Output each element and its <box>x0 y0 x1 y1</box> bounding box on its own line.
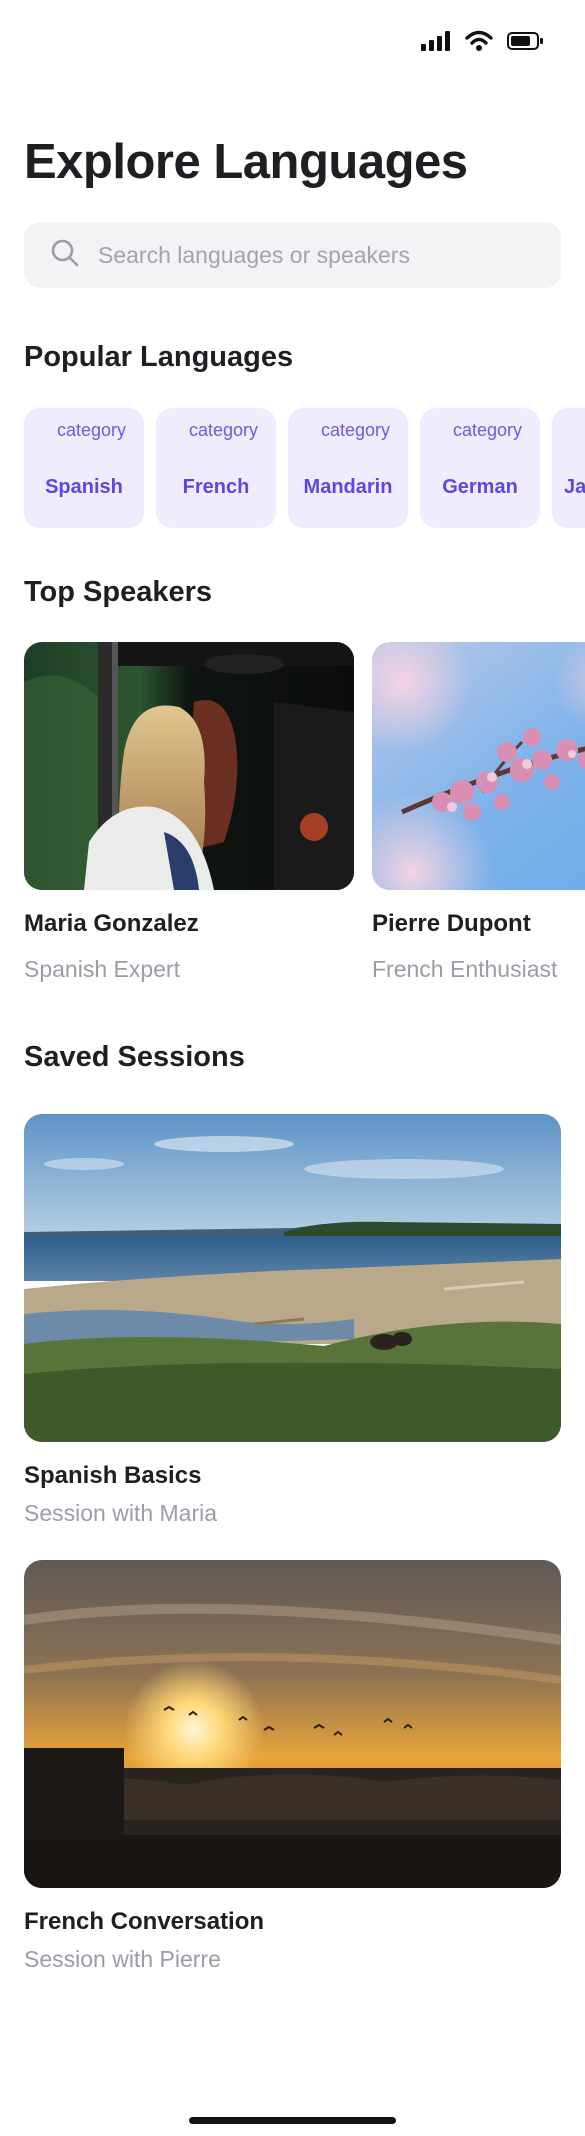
language-chip-german[interactable]: category German <box>420 408 540 528</box>
home-indicator[interactable] <box>189 2117 396 2124</box>
speaker-list: Maria Gonzalez Spanish Expert Pierre Dup… <box>24 642 585 983</box>
language-label: Mandarin <box>303 476 393 498</box>
session-card-spanish-basics[interactable]: Spanish Basics Session with Maria <box>24 1114 561 1527</box>
language-label: Ja <box>564 476 585 498</box>
session-title: Spanish Basics <box>24 1462 202 1489</box>
speaker-role: French Enthusiast <box>372 956 558 982</box>
section-title-top-speakers: Top Speakers <box>24 576 213 608</box>
session-title: French Conversation <box>24 1908 265 1935</box>
language-chip-japanese[interactable]: Ja <box>552 408 585 528</box>
section-title-popular-languages: Popular Languages <box>24 341 294 373</box>
search-bar[interactable] <box>24 222 561 288</box>
language-label: German <box>442 476 518 498</box>
speaker-card-pierre[interactable]: Pierre Dupont French Enthusiast <box>372 642 585 983</box>
category-icon: category <box>453 420 523 440</box>
speaker-name: Pierre Dupont <box>372 910 531 937</box>
speaker-photo <box>24 642 354 890</box>
session-photo <box>24 1114 561 1442</box>
wifi-icon <box>465 30 493 57</box>
category-icon: category <box>189 420 259 440</box>
status-icons <box>421 30 543 57</box>
speaker-photo <box>372 642 585 890</box>
speaker-role: Spanish Expert <box>24 956 180 982</box>
language-label: French <box>182 476 250 498</box>
category-icon: category <box>321 420 391 440</box>
search-input[interactable] <box>96 240 540 270</box>
battery-icon <box>507 31 543 56</box>
speaker-name: Maria Gonzalez <box>24 910 199 937</box>
search-icon <box>50 238 80 273</box>
language-chip-french[interactable]: category French <box>156 408 276 528</box>
language-chip-spanish[interactable]: category Spanish <box>24 408 144 528</box>
signal-icon <box>421 31 451 56</box>
session-card-french-conversation[interactable]: French Conversation Session with Pierre <box>24 1560 561 1973</box>
session-photo <box>24 1560 561 1888</box>
page-title: Explore Languages <box>24 135 468 189</box>
language-label: Spanish <box>45 476 123 498</box>
speaker-card-maria[interactable]: Maria Gonzalez Spanish Expert <box>24 642 354 983</box>
session-subtitle: Session with Maria <box>24 1500 218 1526</box>
session-subtitle: Session with Pierre <box>24 1946 221 1972</box>
category-icon: category <box>57 420 127 440</box>
language-list: category Spanish category French categor… <box>24 408 585 528</box>
section-title-saved-sessions: Saved Sessions <box>24 1041 245 1073</box>
language-chip-mandarin[interactable]: category Mandarin <box>288 408 408 528</box>
status-bar <box>0 0 585 90</box>
